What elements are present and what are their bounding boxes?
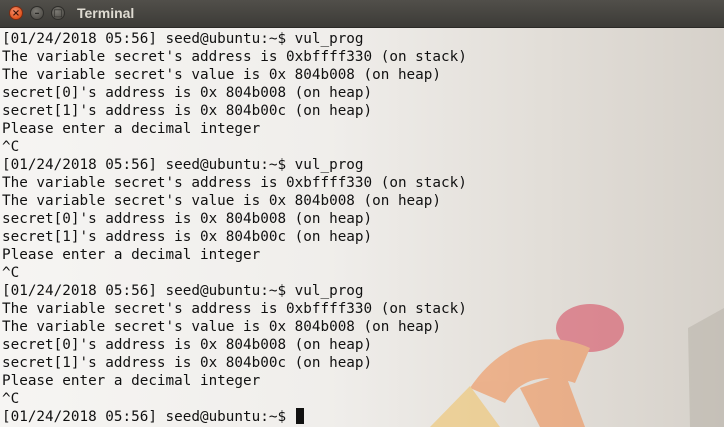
- terminal-line: secret[1]'s address is 0x 804b00c (on he…: [2, 355, 373, 371]
- terminal-line: [01/24/2018 05:56] seed@ubuntu:~$ vul_pr…: [2, 283, 364, 299]
- terminal-line: secret[0]'s address is 0x 804b008 (on he…: [2, 211, 373, 227]
- terminal-line: Please enter a decimal integer: [2, 121, 261, 137]
- terminal-line: ^C: [2, 139, 20, 155]
- terminal-line: The variable secret's value is 0x 804b00…: [2, 67, 441, 83]
- terminal-line: secret[1]'s address is 0x 804b00c (on he…: [2, 103, 373, 119]
- terminal-line: ^C: [2, 265, 20, 281]
- terminal-line: The variable secret's value is 0x 804b00…: [2, 193, 441, 209]
- terminal-line: The variable secret's address is 0xbffff…: [2, 301, 467, 317]
- terminal-area[interactable]: [01/24/2018 05:56] seed@ubuntu:~$ vul_pr…: [0, 28, 724, 427]
- terminal-line: Please enter a decimal integer: [2, 247, 261, 263]
- close-icon[interactable]: ×: [9, 6, 23, 20]
- terminal-line: ^C: [2, 391, 20, 407]
- terminal-output: [01/24/2018 05:56] seed@ubuntu:~$ vul_pr…: [2, 30, 467, 426]
- terminal-cursor: [295, 408, 304, 424]
- window-title: Terminal: [77, 5, 135, 21]
- terminal-line: [01/24/2018 05:56] seed@ubuntu:~$ vul_pr…: [2, 157, 364, 173]
- title-bar[interactable]: × – □ Terminal: [0, 0, 724, 28]
- terminal-window: × – □ Terminal [01/24/2018 05:56] seed@u…: [0, 0, 724, 427]
- terminal-line: The variable secret's value is 0x 804b00…: [2, 319, 441, 335]
- terminal-line: [01/24/2018 05:56] seed@ubuntu:~$ vul_pr…: [2, 31, 364, 47]
- terminal-line: secret[0]'s address is 0x 804b008 (on he…: [2, 85, 373, 101]
- terminal-line: The variable secret's address is 0xbffff…: [2, 49, 467, 65]
- terminal-line: secret[1]'s address is 0x 804b00c (on he…: [2, 229, 373, 245]
- minimize-icon[interactable]: –: [30, 6, 44, 20]
- terminal-line: secret[0]'s address is 0x 804b008 (on he…: [2, 337, 373, 353]
- terminal-line: The variable secret's address is 0xbffff…: [2, 175, 467, 191]
- maximize-icon[interactable]: □: [51, 6, 65, 20]
- terminal-prompt-line: [01/24/2018 05:56] seed@ubuntu:~$: [2, 408, 467, 426]
- terminal-line: Please enter a decimal integer: [2, 373, 261, 389]
